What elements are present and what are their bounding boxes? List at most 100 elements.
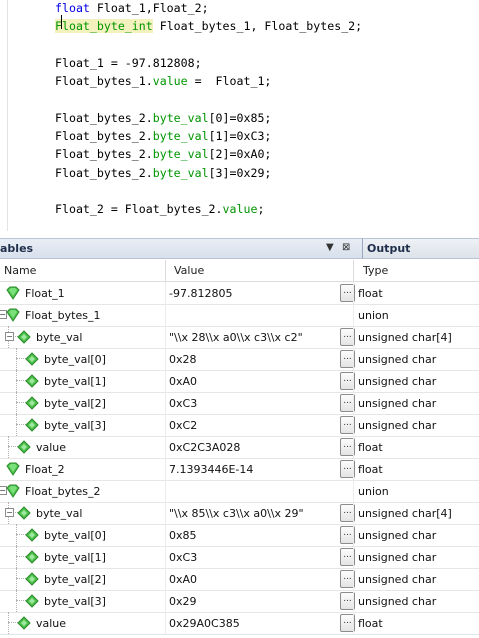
variable-type: unsigned char[4] bbox=[358, 507, 452, 520]
variable-value[interactable]: "\\x 28\\x a0\\x c3\\x c2" bbox=[169, 331, 303, 344]
column-name-header[interactable]: Name bbox=[4, 264, 36, 277]
field-icon bbox=[17, 330, 31, 344]
field-icon bbox=[17, 616, 31, 630]
variable-row[interactable]: byte_val[3] 0x29... unsigned char bbox=[0, 590, 479, 613]
code-field: byte_val bbox=[152, 110, 209, 125]
code-text: [3]=0x29; bbox=[208, 165, 272, 180]
code-line[interactable]: Float_bytes_1.value = Float_1; bbox=[55, 75, 271, 88]
variable-row[interactable]: − byte_val "\\x 28\\x a0\\x c3\\x c2"... un… bbox=[0, 326, 479, 349]
variable-type: unsigned char[4] bbox=[358, 331, 452, 344]
variable-value[interactable]: 7.1393446E-14 bbox=[169, 463, 253, 476]
cell-separator bbox=[353, 612, 354, 634]
code-text: [2]=0xA0; bbox=[208, 147, 272, 162]
variable-value[interactable]: 0xC2C3A028 bbox=[169, 441, 240, 454]
code-line[interactable]: Float_bytes_2.byte_val[3]=0x29; bbox=[55, 165, 272, 180]
variable-row[interactable]: byte_val[0] 0x28... unsigned char bbox=[0, 348, 479, 371]
collapse-toggle[interactable]: − bbox=[5, 508, 14, 517]
variable-value[interactable]: 0xA0 bbox=[169, 375, 197, 388]
variable-type: unsigned char bbox=[358, 551, 437, 564]
column-separator[interactable] bbox=[165, 260, 166, 281]
variable-row[interactable]: byte_val[2] 0xC3... unsigned char bbox=[0, 392, 479, 415]
code-text: Float_1 = -97.812808; bbox=[55, 55, 202, 70]
variable-value[interactable]: 0xA0 bbox=[169, 573, 197, 586]
code-line[interactable]: float Float_1,Float_2; bbox=[55, 2, 209, 15]
variable-value[interactable]: 0x29A0C385 bbox=[169, 617, 240, 630]
variable-name: byte_val[2] bbox=[44, 397, 106, 410]
cell-separator bbox=[353, 348, 354, 370]
code-text: Float_bytes_1. bbox=[55, 74, 153, 89]
field-icon bbox=[25, 418, 39, 432]
variable-type: unsigned char bbox=[358, 573, 437, 586]
variable-name: value bbox=[36, 441, 67, 454]
variable-value[interactable]: 0x85 bbox=[169, 529, 197, 542]
tree-connector bbox=[16, 392, 17, 414]
cell-separator bbox=[165, 370, 166, 392]
variable-value[interactable]: 0x28 bbox=[169, 353, 197, 366]
cell-separator bbox=[353, 282, 354, 304]
code-line[interactable]: Float_bytes_2.byte_val[1]=0xC3; bbox=[55, 130, 271, 143]
cell-separator bbox=[353, 458, 354, 480]
collapse-toggle[interactable]: − bbox=[5, 332, 14, 341]
cell-separator bbox=[353, 392, 354, 414]
tree-connector bbox=[16, 414, 17, 436]
field-icon bbox=[25, 528, 39, 542]
variable-row[interactable]: byte_val[1] 0xA0... unsigned char bbox=[0, 370, 479, 393]
variable-name: Float_bytes_2 bbox=[25, 485, 101, 498]
field-icon bbox=[17, 440, 31, 454]
code-line[interactable]: Float_2 = Float_bytes_2.value; bbox=[55, 203, 264, 216]
variable-name: value bbox=[36, 617, 67, 630]
code-type-highlight: Float_byte_int bbox=[55, 19, 153, 34]
code-line[interactable]: Float_bytes_2.byte_val[2]=0xA0; bbox=[55, 148, 271, 161]
cell-separator bbox=[165, 326, 166, 348]
variable-icon bbox=[6, 308, 20, 322]
cell-separator bbox=[353, 436, 354, 458]
variable-row[interactable]: value 0x29A0C385... float bbox=[0, 612, 479, 635]
variable-row[interactable]: Float_2 7.1393446E-14... float bbox=[0, 458, 479, 481]
variable-icon bbox=[6, 484, 20, 498]
variable-row[interactable]: − byte_val "\\x 85\\x c3\\x a0\\x 29"... un… bbox=[0, 502, 479, 525]
cell-separator bbox=[165, 546, 166, 568]
variable-type: unsigned char bbox=[358, 419, 437, 432]
code-line[interactable]: Float_bytes_2.byte_val[0]=0x85; bbox=[55, 110, 271, 125]
code-text: Float_2 = Float_bytes_2. bbox=[55, 202, 223, 217]
variable-row[interactable]: − Float_bytes_2 union bbox=[0, 480, 479, 503]
variable-row[interactable]: byte_val[0] 0x85... unsigned char bbox=[0, 524, 479, 547]
variable-value[interactable]: -97.812805 bbox=[169, 287, 232, 300]
variable-name: byte_val[3] bbox=[44, 595, 106, 608]
variable-value[interactable]: 0x29 bbox=[169, 595, 197, 608]
column-separator[interactable] bbox=[353, 260, 354, 281]
variable-row[interactable]: Float_1 -97.812805... float bbox=[0, 282, 479, 305]
variable-row[interactable]: value 0xC2C3A028... float bbox=[0, 436, 479, 459]
field-icon bbox=[25, 572, 39, 586]
text-caret bbox=[61, 15, 62, 29]
output-tab[interactable]: Output bbox=[362, 238, 479, 259]
close-icon[interactable]: ⊠ bbox=[342, 242, 350, 253]
variable-name: byte_val[0] bbox=[44, 529, 106, 542]
code-field: byte_val bbox=[152, 129, 209, 144]
variable-value[interactable]: 0xC3 bbox=[169, 551, 197, 564]
variable-value[interactable]: 0xC2 bbox=[169, 419, 197, 432]
variable-value[interactable]: 0xC3 bbox=[169, 397, 197, 410]
variable-row[interactable]: byte_val[2] 0xA0... unsigned char bbox=[0, 568, 479, 591]
code-line[interactable]: Float_byte_int Float_bytes_1, Float_byte… bbox=[55, 19, 362, 34]
variable-row[interactable]: byte_val[3] 0xC2... unsigned char bbox=[0, 414, 479, 437]
cell-separator bbox=[353, 502, 354, 524]
variable-row[interactable]: byte_val[1] 0xC3... unsigned char bbox=[0, 546, 479, 569]
cell-separator bbox=[165, 480, 166, 502]
cell-separator bbox=[353, 480, 354, 502]
variable-type: unsigned char bbox=[358, 397, 437, 410]
column-value-header[interactable]: Value bbox=[174, 264, 204, 277]
variable-name: Float_1 bbox=[25, 287, 65, 300]
column-type-header[interactable]: Type bbox=[363, 264, 388, 277]
field-icon bbox=[25, 352, 39, 366]
variable-value[interactable]: "\\x 85\\x c3\\x a0\\x 29" bbox=[169, 507, 304, 520]
variable-type: float bbox=[358, 617, 383, 630]
tree-connector bbox=[8, 436, 9, 458]
code-editor[interactable]: float Float_1,Float_2; Float_byte_int Flo… bbox=[0, 0, 479, 231]
code-line[interactable]: Float_1 = -97.812808; bbox=[55, 55, 202, 70]
variable-row[interactable]: − Float_bytes_1 union bbox=[0, 304, 479, 327]
tree-connector bbox=[8, 612, 9, 634]
tree-connector bbox=[16, 590, 17, 612]
variable-name: byte_val[0] bbox=[44, 353, 106, 366]
panel-menu-icon[interactable]: ▼ bbox=[326, 242, 334, 253]
